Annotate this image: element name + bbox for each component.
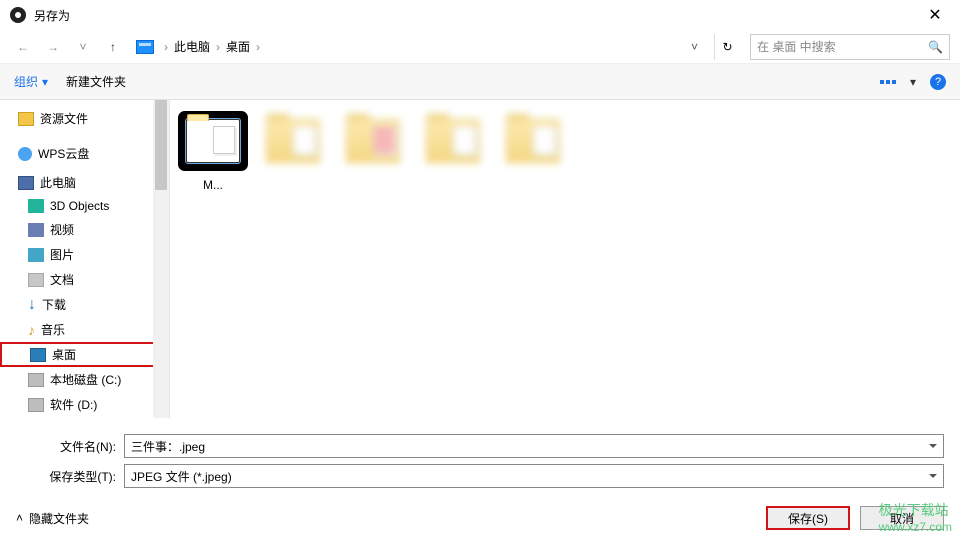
sidebar-item-documents[interactable]: 文档: [0, 267, 169, 292]
up-button[interactable]: ↑: [100, 34, 126, 60]
hide-folders-label: 隐藏文件夹: [29, 510, 89, 527]
file-item[interactable]: [260, 108, 326, 192]
cancel-button[interactable]: 取消: [860, 506, 944, 530]
disk-icon: [28, 373, 44, 387]
chevron-right-icon: ›: [164, 40, 168, 54]
recent-dropdown[interactable]: ˅: [70, 34, 96, 60]
folder-tree[interactable]: 资源文件 WPS云盘 此电脑 3D Objects 视频 图片 文档 ↓ 下载 ♪…: [0, 100, 170, 418]
video-icon: [28, 223, 44, 237]
desktop-icon: [30, 348, 46, 362]
tree-scrollbar[interactable]: [153, 100, 169, 418]
file-label: M...: [180, 178, 246, 192]
sidebar-item-label: 3D Objects: [50, 199, 109, 213]
download-icon: ↓: [28, 299, 36, 311]
sidebar-item-label: 下载: [42, 296, 66, 313]
file-item[interactable]: [500, 108, 566, 192]
search-icon[interactable]: 🔍: [928, 40, 943, 54]
file-item[interactable]: [420, 108, 486, 192]
sidebar-item-resources[interactable]: 资源文件: [0, 106, 169, 131]
toolbar: 组织 ▾ 新建文件夹 ▾ ?: [0, 64, 960, 100]
app-icon: [10, 7, 26, 23]
new-folder-button[interactable]: 新建文件夹: [66, 73, 126, 90]
sidebar-item-wps[interactable]: WPS云盘: [0, 141, 169, 166]
back-button[interactable]: ←: [10, 34, 36, 60]
sidebar-item-diskc[interactable]: 本地磁盘 (C:): [0, 367, 169, 392]
sidebar-item-3d[interactable]: 3D Objects: [0, 195, 169, 217]
main-area: 资源文件 WPS云盘 此电脑 3D Objects 视频 图片 文档 ↓ 下载 ♪…: [0, 100, 960, 418]
document-icon: [28, 273, 44, 287]
refresh-button[interactable]: ↻: [714, 34, 740, 60]
file-item[interactable]: M...: [180, 108, 246, 192]
help-button[interactable]: ?: [930, 74, 946, 90]
organize-label: 组织: [14, 73, 38, 90]
scrollbar-thumb[interactable]: [155, 100, 167, 190]
filetype-value: JPEG 文件 (*.jpeg): [131, 468, 232, 485]
path-dropdown[interactable]: ˅: [687, 40, 702, 54]
sidebar-item-label: 视频: [50, 221, 74, 238]
breadcrumb[interactable]: › 此电脑 › 桌面 › ˅: [130, 34, 708, 60]
sidebar-item-label: 图片: [50, 246, 74, 263]
chevron-right-icon: ›: [256, 40, 260, 54]
save-button[interactable]: 保存(S): [766, 506, 850, 530]
close-button[interactable]: ✕: [920, 5, 950, 25]
music-icon: ♪: [28, 322, 35, 338]
crumb-thispc[interactable]: 此电脑: [174, 38, 210, 55]
footer: ˄ 隐藏文件夹 保存(S) 取消: [0, 498, 960, 544]
sidebar-item-label: 本地磁盘 (C:): [50, 371, 121, 388]
sidebar-item-music[interactable]: ♪ 音乐: [0, 317, 169, 342]
folder-icon: [18, 112, 34, 126]
picture-icon: [28, 248, 44, 262]
sidebar-item-thispc[interactable]: 此电脑: [0, 170, 169, 195]
chevron-down-icon: ▾: [42, 75, 48, 89]
sidebar-item-label: 资源文件: [40, 110, 88, 127]
sidebar-item-label: WPS云盘: [38, 145, 89, 162]
sidebar-item-pictures[interactable]: 图片: [0, 242, 169, 267]
pc-icon: [136, 40, 154, 54]
sidebar-item-label: 音乐: [41, 321, 65, 338]
chevron-up-icon: ˄: [16, 511, 23, 525]
sidebar-item-label: 桌面: [52, 346, 76, 363]
sidebar-item-desktop[interactable]: 桌面: [0, 342, 169, 367]
search-input[interactable]: 在 桌面 中搜索 🔍: [750, 34, 950, 60]
filename-input[interactable]: 三件事：.jpeg: [124, 434, 944, 458]
nav-bar: ← → ˅ ↑ › 此电脑 › 桌面 › ˅ ↻ 在 桌面 中搜索 🔍: [0, 30, 960, 64]
sidebar-item-videos[interactable]: 视频: [0, 217, 169, 242]
chevron-down-icon[interactable]: ▾: [910, 75, 916, 89]
sidebar-item-label: 此电脑: [40, 174, 76, 191]
sidebar-item-label: 软件 (D:): [50, 396, 97, 413]
save-label: 保存(S): [788, 510, 828, 527]
filename-label: 文件名(N):: [16, 438, 116, 455]
cancel-label: 取消: [890, 510, 914, 527]
filetype-select[interactable]: JPEG 文件 (*.jpeg): [124, 464, 944, 488]
disk-icon: [28, 398, 44, 412]
wps-icon: [18, 147, 32, 161]
title-bar: 另存为 ✕: [0, 0, 960, 30]
file-list[interactable]: M...: [170, 100, 960, 418]
organize-menu[interactable]: 组织 ▾: [14, 73, 48, 90]
bottom-fields: 文件名(N): 三件事：.jpeg 保存类型(T): JPEG 文件 (*.jp…: [0, 418, 960, 498]
pc-icon: [18, 176, 34, 190]
sidebar-item-label: 文档: [50, 271, 74, 288]
window-title: 另存为: [34, 7, 920, 24]
sidebar-item-downloads[interactable]: ↓ 下载: [0, 292, 169, 317]
search-placeholder: 在 桌面 中搜索: [757, 38, 836, 55]
file-item[interactable]: [340, 108, 406, 192]
sidebar-item-diskd[interactable]: 软件 (D:): [0, 392, 169, 417]
crumb-desktop[interactable]: 桌面: [226, 38, 250, 55]
view-options-button[interactable]: [880, 80, 896, 84]
chevron-right-icon: ›: [216, 40, 220, 54]
objects3d-icon: [28, 199, 44, 213]
filetype-label: 保存类型(T):: [16, 468, 116, 485]
filename-value: 三件事：.jpeg: [131, 438, 205, 455]
hide-folders-toggle[interactable]: ˄ 隐藏文件夹: [16, 510, 89, 527]
forward-button: →: [40, 34, 66, 60]
